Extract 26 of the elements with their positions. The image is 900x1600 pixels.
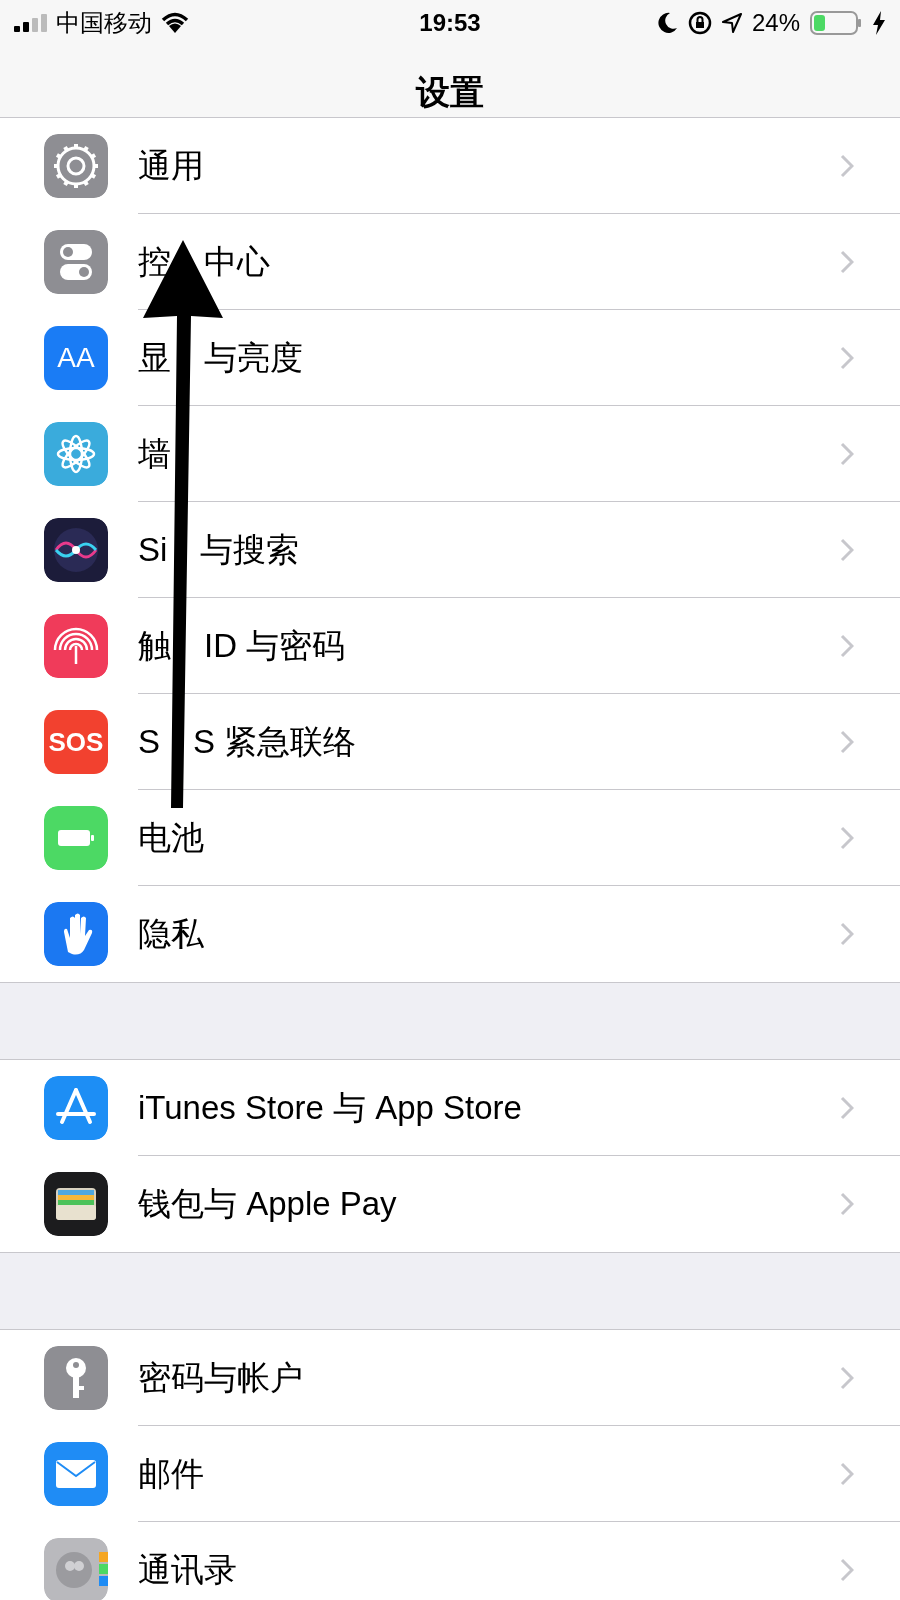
chevron-icon: [840, 441, 854, 466]
chevron-icon: [840, 1461, 854, 1486]
location-arrow-icon: [721, 13, 742, 33]
battery-icon: [810, 11, 862, 35]
chevron-icon: [840, 1192, 854, 1216]
chevron-icon: [840, 537, 854, 562]
carrier-name: 中国移动: [56, 8, 152, 38]
chevron-icon: [840, 1095, 854, 1120]
chevron-icon: [840, 825, 854, 850]
text-size-icon: AA: [44, 326, 108, 390]
battery-percentage: 24%: [751, 8, 800, 38]
chevron-icon: [840, 153, 854, 178]
chevron-icon: [840, 1365, 854, 1390]
moon-icon: [657, 12, 678, 34]
chevron-icon: [840, 633, 854, 658]
chevron-icon: [840, 345, 854, 370]
chevron-icon: [840, 1558, 854, 1582]
chevron-icon: [840, 249, 854, 274]
signal-icon: [14, 14, 48, 32]
chevron-icon: [840, 922, 854, 946]
rotation-lock-icon: [687, 11, 712, 35]
clock-time: 19:53: [419, 8, 481, 38]
wifi-icon: [160, 12, 190, 34]
page-title: 设置: [416, 71, 484, 113]
sos-icon: SOS: [44, 710, 108, 774]
chevron-icon: [840, 729, 854, 754]
